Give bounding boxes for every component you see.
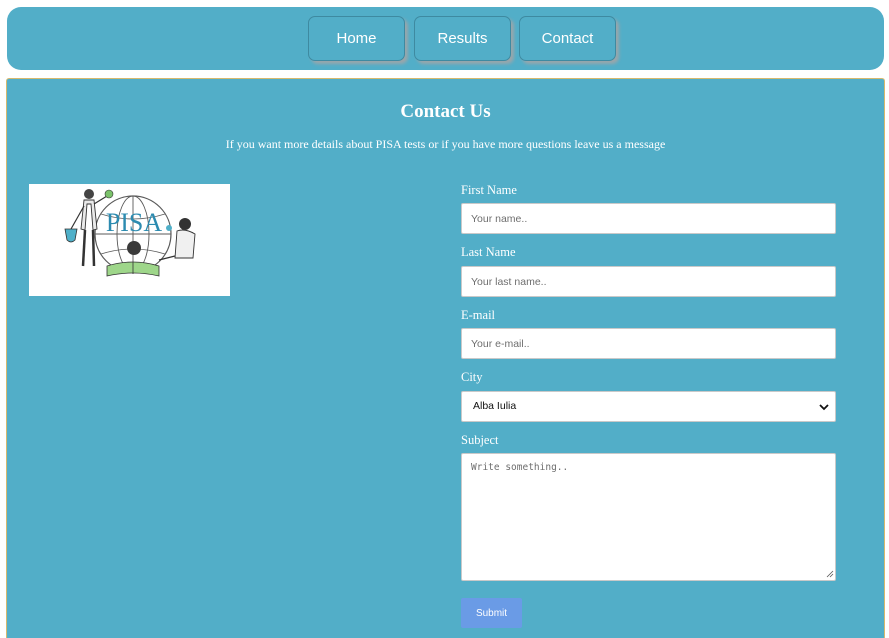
nav-results-button[interactable]: Results — [414, 16, 511, 61]
pisa-logo: PISA — [29, 184, 230, 296]
subject-textarea[interactable] — [461, 453, 836, 581]
page-title: Contact Us — [400, 101, 491, 122]
page-subtitle: If you want more details about PISA test… — [225, 137, 666, 151]
last-name-input[interactable] — [461, 266, 836, 297]
city-select-value: Alba Iulia — [473, 400, 517, 412]
email-label: E-mail — [461, 308, 496, 322]
email-input[interactable] — [461, 328, 836, 359]
resize-handle-icon[interactable] — [826, 570, 834, 578]
subject-label: Subject — [461, 433, 499, 447]
chevron-down-icon — [819, 404, 829, 411]
contact-section: Contact Us If you want more details abou… — [6, 78, 885, 638]
nav-contact-button[interactable]: Contact — [519, 16, 616, 61]
city-select[interactable]: Alba Iulia — [461, 391, 836, 422]
last-name-label: Last Name — [461, 245, 516, 259]
city-label: City — [461, 370, 483, 384]
first-name-label: First Name — [461, 183, 517, 197]
logo-text: PISA — [106, 208, 163, 237]
navbar: Home Results Contact — [7, 7, 884, 70]
first-name-input[interactable] — [461, 203, 836, 234]
nav-home-button[interactable]: Home — [308, 16, 405, 61]
submit-button[interactable]: Submit — [461, 598, 522, 628]
